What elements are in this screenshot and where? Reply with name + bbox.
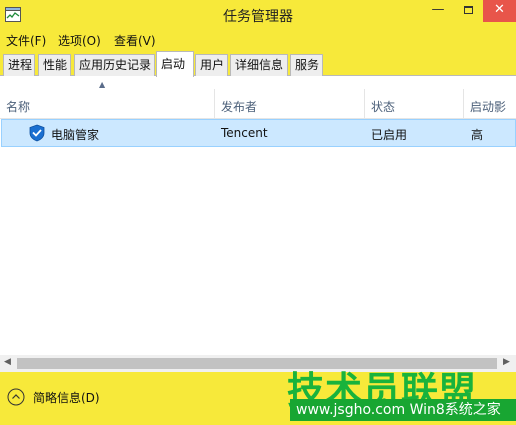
column-divider[interactable] (364, 89, 365, 119)
table-row[interactable]: 电脑管家 Tencent 已启用 高 (1, 119, 516, 147)
column-divider[interactable] (214, 89, 215, 119)
fewer-details-link[interactable]: 简略信息(D) (33, 389, 100, 406)
maximize-button[interactable] (453, 0, 483, 22)
column-startup-impact[interactable]: 启动影 (470, 98, 506, 115)
row-status: 已启用 (371, 128, 408, 142)
column-name[interactable]: 名称 (6, 98, 30, 115)
tab-users[interactable]: 用户 (195, 54, 228, 76)
tab-processes[interactable]: 进程 (3, 54, 35, 76)
column-header: ▲ 名称 发布者 状态 启动影 (0, 77, 516, 119)
column-divider[interactable] (463, 89, 464, 119)
menu-view[interactable]: 查看(V) (114, 32, 156, 49)
tab-performance[interactable]: 性能 (38, 54, 71, 76)
watermark-url: www.jsgho.com Win8系统之家 (290, 399, 516, 421)
scroll-right-icon[interactable]: ▶ (503, 357, 510, 367)
tab-services[interactable]: 服务 (290, 54, 323, 76)
tab-startup[interactable]: 启动 (156, 51, 194, 77)
title-bar: 任务管理器 — ✕ (0, 0, 516, 30)
maximize-icon (463, 6, 473, 14)
minimize-button[interactable]: — (423, 0, 453, 22)
column-status[interactable]: 状态 (371, 98, 395, 115)
column-publisher[interactable]: 发布者 (221, 98, 257, 115)
close-button[interactable]: ✕ (483, 0, 516, 22)
scroll-left-icon[interactable]: ◀ (4, 357, 11, 367)
shield-icon (29, 124, 45, 142)
row-publisher: Tencent (221, 126, 268, 140)
menu-options[interactable]: 选项(O) (58, 32, 101, 49)
tab-strip: 进程 性能 应用历史记录 启动 用户 详细信息 服务 (0, 50, 516, 77)
tab-details[interactable]: 详细信息 (230, 54, 288, 76)
sort-ascending-icon: ▲ (99, 80, 106, 89)
menu-bar: 文件(F) 选项(O) 查看(V) (0, 30, 516, 50)
menu-file[interactable]: 文件(F) (6, 32, 46, 49)
row-startup-impact: 高 (471, 128, 484, 142)
tab-app-history[interactable]: 应用历史记录 (74, 54, 155, 76)
collapse-chevron-icon[interactable] (7, 388, 25, 406)
row-name: 电脑管家 (51, 128, 100, 142)
